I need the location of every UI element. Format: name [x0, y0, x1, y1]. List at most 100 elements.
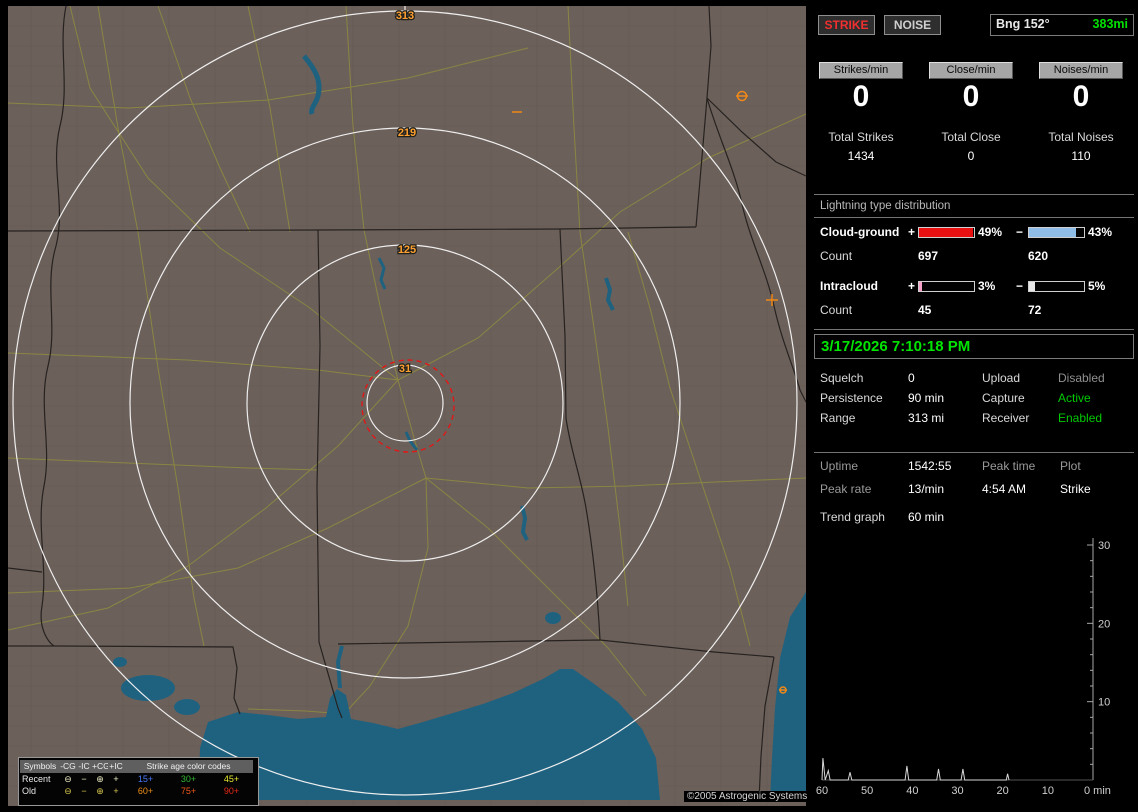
uptime-value: 1542:55: [908, 459, 952, 473]
intracloud-label: Intracloud: [820, 279, 879, 293]
divider: [814, 452, 1134, 453]
trend-window-value: 60 min: [908, 510, 945, 524]
intracloud-negative-bar: [1028, 281, 1085, 292]
svg-text:60: 60: [816, 785, 828, 797]
svg-text:0 min: 0 min: [1084, 785, 1111, 797]
legend-header-age: Strike age color codes: [124, 759, 253, 773]
age-60: 60+: [137, 785, 154, 796]
peak-rate-label: Peak rate: [820, 482, 872, 496]
noises-per-min-chip: Noises/min: [1039, 62, 1123, 79]
legend-header-pos-ic: +IC: [108, 759, 124, 773]
plus-sign: +: [908, 225, 916, 239]
neg-cg-recent-symbol: ⊖: [64, 773, 72, 784]
bearing-label: Bng 152°: [996, 17, 1050, 31]
svg-text:20: 20: [997, 785, 1009, 797]
intracloud-positive-bar: [918, 281, 975, 292]
lake: [545, 612, 561, 624]
legend-header-neg-cg: -CG: [60, 759, 76, 773]
persistence-value: 90 min: [908, 391, 945, 405]
lake: [174, 699, 200, 715]
count-label: Count: [820, 249, 853, 263]
svg-text:10: 10: [1042, 785, 1054, 797]
svg-text:20: 20: [1098, 618, 1110, 630]
total-noises-label: Total Noises: [1048, 130, 1114, 144]
cloud-ground-negative-bar: [1028, 227, 1085, 238]
squelch-label: Squelch: [820, 371, 864, 385]
plus-sign: +: [908, 279, 916, 293]
neg-cg-old-symbol: ⊖: [64, 785, 72, 796]
lake: [113, 657, 127, 667]
svg-text:30: 30: [1098, 540, 1110, 552]
intracloud-negative-count: 72: [1028, 303, 1042, 317]
cloud-ground-label: Cloud-ground: [820, 225, 900, 239]
minus-sign: −: [1016, 225, 1024, 239]
trend-graph-label: Trend graph: [820, 510, 885, 524]
total-strikes-value: 1434: [847, 149, 875, 163]
datetime-display: 3/17/2026 7:10:18 PM: [814, 334, 1134, 359]
bar-fill: [919, 282, 923, 291]
minus-sign: −: [1016, 279, 1024, 293]
range-label-219: 219: [398, 127, 416, 139]
copyright-text: ©2005 Astrogenic Systems: [684, 791, 811, 802]
total-close-label: Total Close: [941, 130, 1001, 144]
count-label: Count: [820, 303, 853, 317]
legend-header-symbols: Symbols: [20, 759, 60, 773]
close-per-min-value: 0: [962, 80, 980, 113]
distribution-title: Lightning type distribution: [820, 200, 951, 212]
svg-text:10: 10: [1098, 697, 1110, 709]
range-label-31: 31: [399, 363, 411, 375]
bar-fill: [919, 228, 973, 237]
peak-time-label: Peak time: [982, 459, 1036, 473]
strike-toggle-button[interactable]: STRIKE: [818, 15, 875, 35]
close-per-min-chip: Close/min: [929, 62, 1013, 79]
bearing-range-value: 383mi: [1092, 17, 1128, 31]
strike-map[interactable]: 313 219 125 31: [8, 6, 806, 806]
sidebar: STRIKE NOISE Bng 152° 383mi Strikes/min …: [812, 0, 1138, 812]
uptime-label: Uptime: [820, 459, 859, 473]
strikes-per-min-chip: Strikes/min: [819, 62, 903, 79]
svg-text:50: 50: [861, 785, 873, 797]
noise-toggle-button[interactable]: NOISE: [884, 15, 941, 35]
persistence-label: Persistence: [820, 391, 883, 405]
receiver-label: Receiver: [982, 411, 1030, 425]
upload-label: Upload: [982, 371, 1021, 385]
range-label-125: 125: [398, 244, 416, 256]
pos-ic-old-symbol: +: [113, 785, 119, 796]
pos-cg-recent-symbol: ⊕: [96, 773, 104, 784]
cloud-ground-positive-pct: 49%: [978, 225, 1003, 239]
plot-mode-value: Strike: [1060, 482, 1091, 496]
age-75: 75+: [180, 785, 197, 796]
peak-time-value: 4:54 AM: [982, 482, 1027, 496]
legend-row-old-label: Old: [22, 785, 37, 796]
svg-text:30: 30: [951, 785, 963, 797]
total-close-value: 0: [967, 149, 975, 163]
age-90: 90+: [223, 785, 240, 796]
capture-label: Capture: [982, 391, 1025, 405]
plot-label: Plot: [1060, 459, 1081, 473]
lake: [121, 675, 175, 701]
neg-ic-old-symbol: −: [81, 785, 87, 796]
age-30: 30+: [180, 773, 197, 784]
total-noises-value: 110: [1071, 149, 1091, 163]
bar-fill: [1029, 282, 1035, 291]
cloud-ground-positive-count: 697: [918, 249, 939, 263]
legend-row-recent-label: Recent: [22, 773, 51, 784]
pos-cg-old-symbol: ⊕: [96, 785, 104, 796]
receiver-status: Enabled: [1058, 411, 1103, 425]
age-45: 45+: [223, 773, 240, 784]
bar-fill: [1029, 228, 1077, 237]
divider: [814, 329, 1134, 330]
divider: [814, 217, 1134, 218]
intracloud-positive-pct: 3%: [978, 279, 996, 293]
range-value: 313 mi: [908, 411, 945, 425]
divider: [814, 194, 1134, 195]
intracloud-negative-pct: 5%: [1088, 279, 1106, 293]
range-label: Range: [820, 411, 856, 425]
legend-header-neg-ic: -IC: [76, 759, 92, 773]
capture-status: Active: [1058, 391, 1091, 405]
pos-ic-recent-symbol: +: [113, 773, 119, 784]
cloud-ground-negative-count: 620: [1028, 249, 1049, 263]
noises-per-min-value: 0: [1072, 80, 1090, 113]
legend-header-pos-cg: +CG: [92, 759, 108, 773]
svg-text:40: 40: [906, 785, 918, 797]
